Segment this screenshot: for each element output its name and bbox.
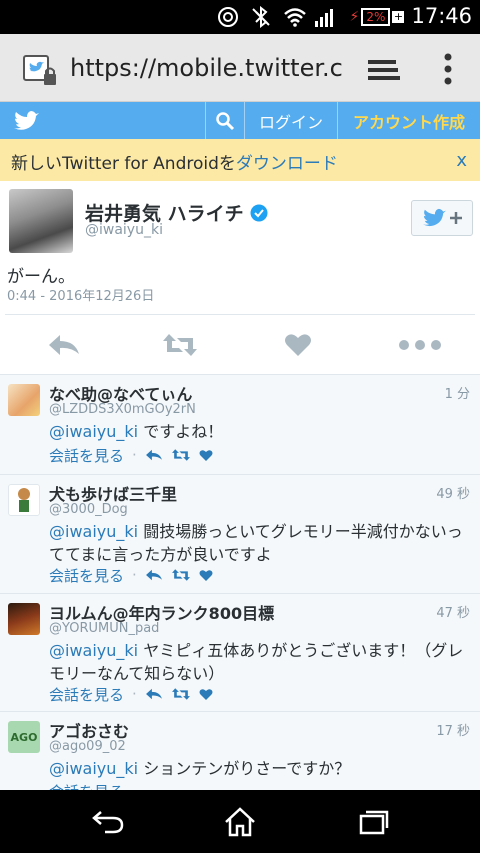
back-icon	[92, 811, 124, 834]
app-download-banner: 新しいTwitter for Androidをダウンロード x	[0, 139, 480, 181]
secure-site-icon[interactable]	[22, 54, 58, 88]
separator-dot: ·	[132, 566, 137, 584]
status-time: 17:46	[411, 4, 472, 28]
reply-icon	[49, 335, 79, 355]
heart-icon	[285, 334, 311, 356]
retweet-icon[interactable]	[171, 448, 191, 462]
reply-body: ションテンがりさーですか？	[138, 759, 351, 778]
reply-mention[interactable]: @iwaiyu_ki	[49, 422, 138, 441]
main-tweet: 岩井勇気 ハライチ @iwaiyu_ki がーん。 0:44 - 2016年12…	[0, 181, 480, 314]
reply-time[interactable]: 49 秒	[436, 483, 470, 502]
reply-mention[interactable]: @iwaiyu_ki	[49, 522, 138, 541]
separator-dot: ·	[132, 446, 137, 464]
battery-indicator: ⚡ 2% +	[343, 7, 411, 27]
reply-author-handle[interactable]: @YORUMUN_pad	[49, 621, 159, 636]
wifi-icon	[282, 7, 308, 27]
reply-author-handle[interactable]: @ago09_02	[49, 739, 126, 754]
status-bar: ⚡ 2% + 17:46	[0, 0, 480, 34]
bluetooth-off-icon	[248, 6, 274, 28]
reply-item[interactable]: ヨルムん@年内ランク800目標 @YORUMUN_pad 47 秒 @iwaiy…	[0, 594, 480, 712]
reply-actions: 会話を見る ·	[49, 565, 213, 585]
data-saver-icon	[215, 7, 241, 27]
reply-mention[interactable]: @iwaiyu_ki	[49, 641, 138, 660]
tweet-text: がーん。	[7, 267, 75, 287]
search-icon	[216, 111, 235, 130]
recent-apps-button[interactable]	[344, 804, 404, 840]
reply-item[interactable]: なべ助@なべてぃん @LZDDS3X0mGOy2rN 1 分 @iwaiyu_k…	[0, 375, 480, 475]
retweet-icon	[163, 334, 197, 356]
avatar[interactable]: AGO	[8, 721, 40, 753]
author-handle[interactable]: @iwaiyu_ki	[85, 222, 163, 238]
follow-button[interactable]	[411, 200, 473, 236]
reply-icon[interactable]	[145, 568, 163, 582]
signal-icon	[313, 7, 337, 27]
promo-text: 新しいTwitter for Androidをダウンロード	[11, 149, 338, 174]
view-conversation-link[interactable]: 会話を見る	[49, 684, 124, 705]
signup-link[interactable]: アカウント作成	[337, 102, 480, 139]
reply-time[interactable]: 1 分	[445, 383, 470, 402]
download-link[interactable]: ダウンロード	[236, 154, 338, 174]
retweet-icon[interactable]	[171, 687, 191, 701]
charging-bolt-icon: ⚡	[349, 9, 360, 25]
reply-text: @iwaiyu_ki ションテンがりさーですか？	[49, 757, 474, 780]
reply-time[interactable]: 47 秒	[436, 602, 470, 621]
plus-icon	[450, 212, 462, 224]
twitter-bird-icon	[423, 208, 446, 227]
reply-text: @iwaiyu_ki 闘技場勝っといてグレモリー半減付かないっててまに言った方が…	[49, 520, 474, 566]
view-conversation-link[interactable]: 会話を見る	[49, 565, 124, 586]
reply-text: @iwaiyu_ki ヤミピィ五体ありがとうございます！（グレモリーなんて知らな…	[49, 639, 474, 685]
retweet-button[interactable]	[160, 329, 200, 361]
avatar-text: AGO	[10, 730, 38, 744]
avatar[interactable]	[8, 384, 40, 416]
home-icon	[225, 807, 255, 837]
reply-item[interactable]: 犬も歩けば三千里 @3000_Dog 49 秒 @iwaiyu_ki 闘技場勝っ…	[0, 475, 480, 594]
reply-icon[interactable]	[145, 448, 163, 462]
avatar[interactable]	[9, 189, 73, 253]
twitter-bird-logo[interactable]	[12, 109, 40, 133]
heart-icon[interactable]	[199, 569, 213, 582]
reply-actions: 会話を見る ·	[49, 445, 213, 465]
tweet-actions	[5, 314, 475, 374]
recent-apps-icon	[359, 810, 389, 835]
like-button[interactable]	[278, 329, 318, 361]
reply-item[interactable]: AGO アゴおさむ @ago09_02 17 秒 @iwaiyu_ki ションテ…	[0, 712, 480, 790]
search-button[interactable]	[205, 102, 244, 139]
twitter-header: ログイン アカウント作成	[0, 102, 480, 139]
reply-mention[interactable]: @iwaiyu_ki	[49, 759, 138, 778]
heart-icon[interactable]	[199, 449, 213, 462]
reply-actions: 会話を見る ·	[49, 684, 213, 704]
battery-percent: 2%	[361, 8, 391, 26]
avatar[interactable]	[8, 603, 40, 635]
tabs-icon[interactable]	[364, 56, 404, 84]
separator-dot: ·	[132, 685, 137, 703]
close-banner-button[interactable]: x	[456, 150, 467, 171]
replies-list: なべ助@なべてぃん @LZDDS3X0mGOy2rN 1 分 @iwaiyu_k…	[0, 374, 480, 790]
more-button[interactable]	[395, 329, 445, 361]
avatar[interactable]	[8, 484, 40, 516]
login-link[interactable]: ログイン	[244, 102, 337, 139]
home-button[interactable]	[210, 804, 270, 840]
view-conversation-link[interactable]: 会話を見る	[49, 781, 124, 791]
heart-icon[interactable]	[199, 688, 213, 701]
android-nav-bar	[0, 790, 480, 853]
retweet-icon[interactable]	[171, 568, 191, 582]
more-icon	[399, 340, 441, 350]
url-text[interactable]: https://mobile.twitter.com	[70, 54, 342, 82]
promo-prefix: 新しいTwitter for Androidを	[11, 154, 236, 174]
reply-text: @iwaiyu_ki ですよね！	[49, 420, 474, 443]
browser-url-bar: https://mobile.twitter.com	[0, 34, 480, 102]
view-conversation-link[interactable]: 会話を見る	[49, 445, 124, 466]
reply-icon[interactable]	[145, 687, 163, 701]
reply-time[interactable]: 17 秒	[436, 720, 470, 739]
tweet-timestamp[interactable]: 0:44 - 2016年12月26日	[7, 285, 154, 304]
browser-menu-icon[interactable]	[438, 52, 458, 86]
reply-body: ですよね！	[138, 422, 224, 441]
reply-button[interactable]	[44, 329, 84, 361]
battery-plus-icon: +	[392, 10, 405, 23]
back-button[interactable]	[78, 804, 138, 840]
verified-badge-icon	[250, 204, 268, 222]
reply-author-handle[interactable]: @LZDDS3X0mGOy2rN	[49, 402, 196, 417]
reply-author-handle[interactable]: @3000_Dog	[49, 502, 128, 517]
reply-actions: 会話を見る	[49, 781, 124, 791]
